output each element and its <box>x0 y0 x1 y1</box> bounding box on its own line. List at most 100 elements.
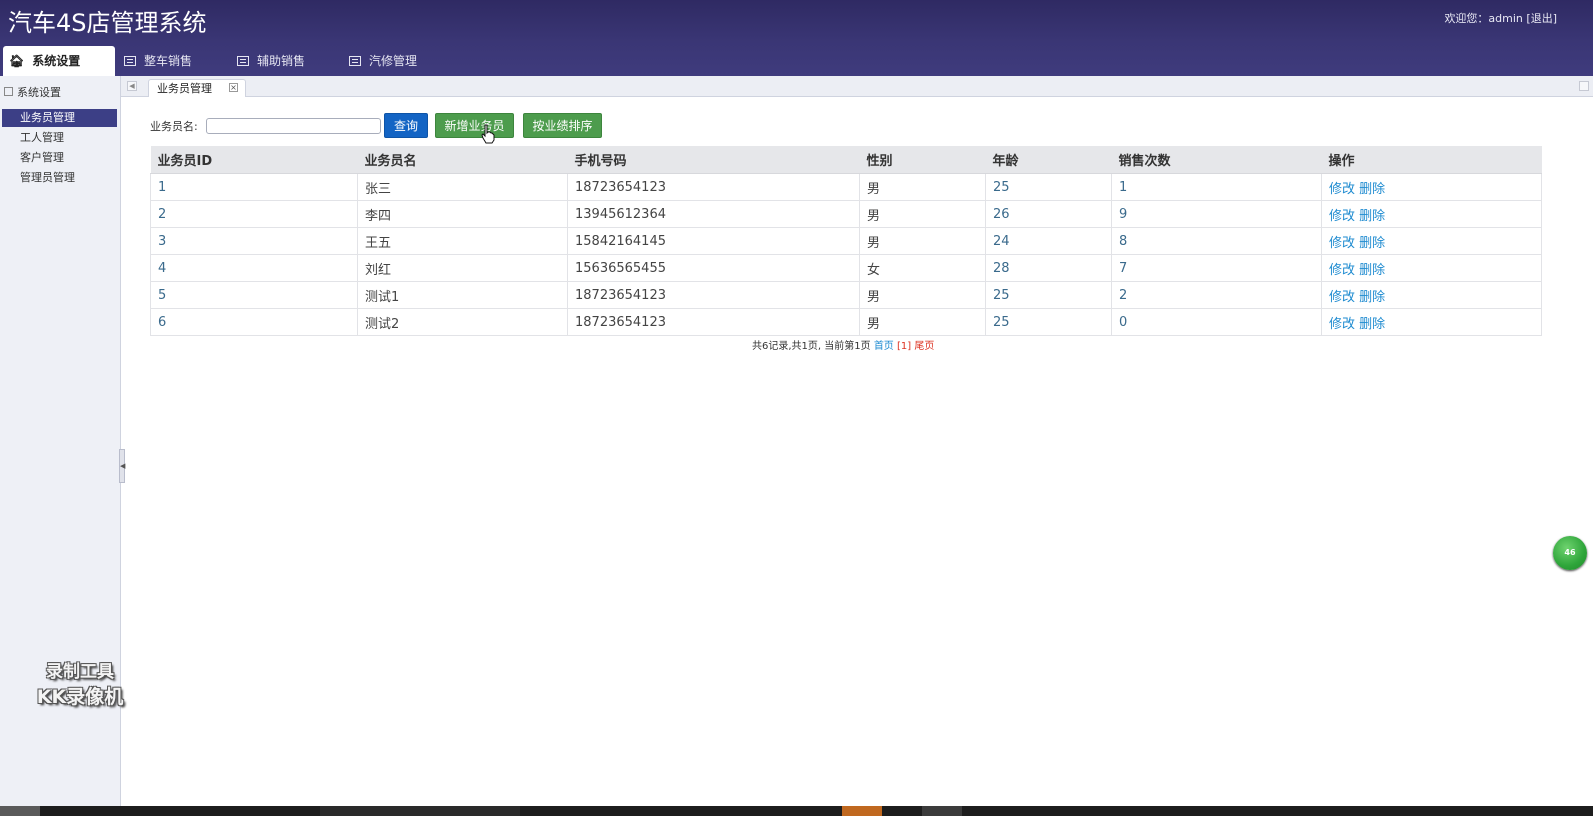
list-icon <box>124 56 136 66</box>
column-header-actions: 操作 <box>1321 146 1542 174</box>
edit-link[interactable]: 修改 <box>1329 236 1355 251</box>
cell-id: 2 <box>150 200 358 228</box>
sidebar-header[interactable]: 系统设置 <box>4 84 61 100</box>
table-row: 1 张三 18723654123 男 25 1 修改 删除 <box>150 173 1542 201</box>
cell-actions: 修改 删除 <box>1321 227 1542 255</box>
cell-name: 刘红 <box>357 254 568 282</box>
cell-sales-count: 8 <box>1111 227 1322 255</box>
cell-name: 李四 <box>357 200 568 228</box>
taskbar-segment <box>0 806 40 816</box>
app-header: 汽车4S店管理系统 欢迎您：admin [退出] 🏠︎ 系统设置 整车销售 辅助销… <box>0 0 1593 76</box>
cell-phone: 18723654123 <box>567 308 860 336</box>
cell-gender: 男 <box>859 308 986 336</box>
cell-id: 4 <box>150 254 358 282</box>
content-tabs-bar: ◀ 业务员管理 × <box>121 76 1593 97</box>
nav-tab-label: 整车销售 <box>144 54 193 68</box>
welcome-text: 欢迎您：admin <box>1444 12 1523 25</box>
cell-gender: 女 <box>859 254 986 282</box>
table-row: 6 测试2 18723654123 男 25 0 修改 删除 <box>150 308 1542 336</box>
column-header-sales-count: 销售次数 <box>1111 146 1322 174</box>
salesman-table: 业务员ID 业务员名 手机号码 性别 年龄 销售次数 操作 1 张三 18723… <box>150 146 1542 336</box>
nav-tab-repair-management[interactable]: 汽修管理 <box>343 46 449 76</box>
cell-sales-count: 2 <box>1111 281 1322 309</box>
watermark-line2: KK录像机 <box>36 686 124 708</box>
edit-link[interactable]: 修改 <box>1329 209 1355 224</box>
tab-scroll-left-icon[interactable]: ◀ <box>127 81 137 91</box>
edit-link[interactable]: 修改 <box>1329 263 1355 278</box>
logout-link[interactable]: [退出] <box>1526 12 1557 25</box>
cell-gender: 男 <box>859 200 986 228</box>
taskbar-segment <box>842 806 882 816</box>
sidebar-item-customer-management[interactable]: 客户管理 <box>0 149 118 167</box>
cell-actions: 修改 删除 <box>1321 308 1542 336</box>
cell-name: 测试1 <box>357 281 568 309</box>
floating-badge[interactable]: 46 <box>1553 536 1587 570</box>
pagination-summary: 共6记录,共1页, 当前第1页 <box>752 341 871 352</box>
cell-sales-count: 0 <box>1111 308 1322 336</box>
column-header-id: 业务员ID <box>150 146 358 174</box>
sidebar-item-worker-management[interactable]: 工人管理 <box>0 129 118 147</box>
close-icon[interactable]: × <box>229 83 238 92</box>
first-page-link[interactable]: 首页 <box>874 341 894 352</box>
sidebar-item-salesman-management[interactable]: 业务员管理 <box>2 109 117 127</box>
list-icon <box>349 56 361 66</box>
delete-link[interactable]: 删除 <box>1359 263 1385 278</box>
cell-phone: 13945612364 <box>567 200 860 228</box>
taskbar-strip <box>0 806 1593 816</box>
collapse-icon <box>4 87 13 96</box>
tab-scroll-right-icon[interactable] <box>1579 81 1589 91</box>
cell-age: 24 <box>985 227 1112 255</box>
nav-tab-label: 汽修管理 <box>369 54 418 68</box>
edit-link[interactable]: 修改 <box>1329 317 1355 332</box>
nav-tab-label: 辅助销售 <box>257 54 306 68</box>
top-nav: 🏠︎ 系统设置 整车销售 辅助销售 汽修管理 <box>0 46 1593 76</box>
cell-actions: 修改 删除 <box>1321 200 1542 228</box>
cell-gender: 男 <box>859 173 986 201</box>
delete-link[interactable]: 删除 <box>1359 209 1385 224</box>
cell-actions: 修改 删除 <box>1321 173 1542 201</box>
table-row: 4 刘红 15636565455 女 28 7 修改 删除 <box>150 254 1542 282</box>
add-salesman-button[interactable]: 新增业务员 <box>435 113 514 138</box>
taskbar-segment <box>922 806 962 816</box>
table-row: 5 测试1 18723654123 男 25 2 修改 删除 <box>150 281 1542 309</box>
tab-salesman-management[interactable]: 业务员管理 × <box>148 79 246 97</box>
welcome-area: 欢迎您：admin [退出] <box>1444 10 1557 26</box>
cell-id: 3 <box>150 227 358 255</box>
hand-cursor-icon <box>481 124 495 144</box>
delete-link[interactable]: 删除 <box>1359 290 1385 305</box>
watermark-line1: 录制工具 <box>46 662 114 682</box>
cell-name: 张三 <box>357 173 568 201</box>
edit-link[interactable]: 修改 <box>1329 182 1355 197</box>
cell-sales-count: 7 <box>1111 254 1322 282</box>
sidebar-item-admin-management[interactable]: 管理员管理 <box>0 169 118 187</box>
nav-tab-aux-sales[interactable]: 辅助销售 <box>231 46 337 76</box>
table-header-row: 业务员ID 业务员名 手机号码 性别 年龄 销售次数 操作 <box>150 146 1542 174</box>
list-icon <box>237 56 249 66</box>
delete-link[interactable]: 删除 <box>1359 182 1385 197</box>
delete-link[interactable]: 删除 <box>1359 317 1385 332</box>
sidebar-collapse-handle[interactable]: ◀ <box>119 449 125 483</box>
cell-id: 5 <box>150 281 358 309</box>
nav-tab-vehicle-sales[interactable]: 整车销售 <box>118 46 224 76</box>
nav-tab-system-settings[interactable]: 🏠︎ 系统设置 <box>3 46 115 76</box>
sort-by-performance-button[interactable]: 按业绩排序 <box>523 113 602 138</box>
tab-label: 业务员管理 <box>157 82 212 95</box>
cell-age: 25 <box>985 173 1112 201</box>
cell-phone: 18723654123 <box>567 173 860 201</box>
cell-phone: 18723654123 <box>567 281 860 309</box>
cell-id: 1 <box>150 173 358 201</box>
edit-link[interactable]: 修改 <box>1329 290 1355 305</box>
current-page: [1] <box>897 341 912 352</box>
query-button[interactable]: 查询 <box>384 113 428 138</box>
cell-phone: 15636565455 <box>567 254 860 282</box>
salesman-name-input[interactable] <box>206 118 381 134</box>
last-page-link[interactable]: 尾页 <box>914 341 934 352</box>
cell-gender: 男 <box>859 227 986 255</box>
recorder-watermark: 录制工具 KK录像机 <box>20 657 140 709</box>
cell-name: 王五 <box>357 227 568 255</box>
cell-gender: 男 <box>859 281 986 309</box>
sidebar-header-label: 系统设置 <box>17 86 61 99</box>
column-header-name: 业务员名 <box>357 146 568 174</box>
delete-link[interactable]: 删除 <box>1359 236 1385 251</box>
column-header-gender: 性别 <box>859 146 986 174</box>
